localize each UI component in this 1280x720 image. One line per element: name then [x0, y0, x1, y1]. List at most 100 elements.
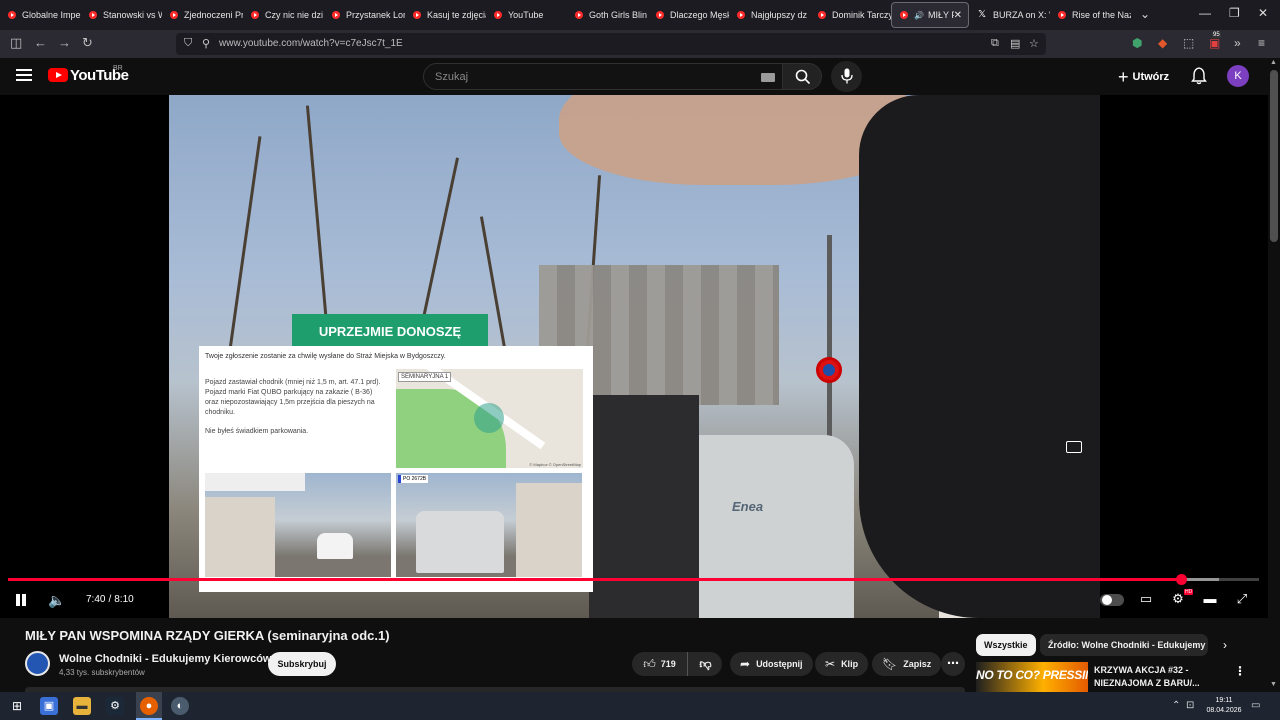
hd-badge: HD: [1184, 589, 1194, 595]
search-input[interactable]: Szukaj: [423, 63, 783, 90]
browser-tab[interactable]: 𝕏 BURZA on X: ": [969, 2, 1050, 28]
reload-icon[interactable]: ↻: [82, 36, 93, 50]
browser-tab[interactable]: Goth Girls Blin: [567, 2, 648, 28]
list-all-tabs-icon[interactable]: ⌄: [1140, 7, 1150, 21]
scroll-up-icon[interactable]: ▲: [1270, 59, 1277, 66]
youtube-header: YouTube BR Szukaj + Utwórz K: [0, 58, 1280, 95]
picture-in-picture-icon[interactable]: ⧉: [991, 37, 999, 50]
recommendation-title[interactable]: KRZYWA AKCJA #32 - NIEZNAJOMA Z BARU/...: [1094, 664, 1214, 690]
tray-chevron-icon[interactable]: ⌃: [1172, 700, 1180, 711]
close-tab-icon[interactable]: ✕: [954, 10, 962, 21]
hamburger-menu-icon[interactable]: [16, 69, 32, 81]
extensions-puzzle-icon[interactable]: ⬚: [1183, 36, 1194, 50]
progress-scrubber[interactable]: [1176, 574, 1188, 585]
pause-icon[interactable]: [15, 592, 27, 608]
video-player[interactable]: Enea UPRZEJMIE DONOSZĘ Twoje zgłoszenie …: [0, 95, 1268, 618]
tab-label: Dominik Tarczy: [832, 10, 891, 20]
close-window-icon[interactable]: ✕: [1258, 6, 1268, 20]
firefox-icon[interactable]: ●: [140, 697, 158, 715]
url-text[interactable]: www.youtube.com/watch?v=c7eJsc7t_1E: [219, 38, 403, 49]
theater-mode-icon[interactable]: ▬: [1202, 591, 1218, 607]
steam-icon[interactable]: ⚙: [106, 697, 124, 715]
taskbar-clock[interactable]: 19:11 08.04.2026: [1202, 696, 1246, 716]
reader-view-icon[interactable]: ▤: [1010, 37, 1020, 50]
autoplay-toggle[interactable]: [1100, 594, 1124, 606]
account-avatar[interactable]: K: [1227, 65, 1249, 87]
scroll-thumb[interactable]: [1270, 70, 1278, 242]
forward-icon[interactable]: →: [58, 36, 71, 50]
share-button[interactable]: ➦ Udostępnij: [730, 652, 813, 676]
notifications-bell-icon[interactable]: [1191, 67, 1207, 85]
photo-building: [205, 497, 275, 577]
keyboard-icon[interactable]: [761, 73, 775, 82]
browser-tab[interactable]: Przystanek Lon: [324, 2, 405, 28]
file-explorer-icon[interactable]: ▬: [73, 697, 91, 715]
progress-bar[interactable]: [8, 574, 1259, 585]
browser-tab[interactable]: Dominik Tarczy: [810, 2, 891, 28]
save-label: Zapisz: [903, 659, 932, 669]
restore-icon[interactable]: ❐: [1229, 6, 1240, 20]
computer-icon[interactable]: ▣: [40, 697, 58, 715]
search-button[interactable]: [782, 63, 822, 90]
van-brand: Enea: [732, 499, 764, 514]
speaker-icon[interactable]: 🔊: [914, 11, 924, 20]
chevron-right-icon[interactable]: ›: [1223, 638, 1227, 652]
app-menu-icon[interactable]: ≡: [1258, 36, 1265, 50]
browser-tab-active[interactable]: 🔊MIŁY PA✕: [891, 2, 969, 28]
more-actions-icon[interactable]: ⋯: [941, 652, 965, 676]
recommendation-menu-icon[interactable]: ⋮: [1234, 664, 1246, 678]
voice-search-button[interactable]: [831, 61, 862, 92]
browser-tab[interactable]: YouTube: [486, 2, 567, 28]
page-scrollbar[interactable]: ▲ ▼: [1268, 58, 1280, 692]
chip-all[interactable]: Wszystkie: [976, 634, 1036, 656]
browser-tab[interactable]: Globalne Impe: [0, 2, 81, 28]
browser-tab[interactable]: Dlaczego Męsk: [648, 2, 729, 28]
tab-label: MIŁY PA: [927, 10, 954, 20]
extension-icon[interactable]: ◆: [1158, 36, 1167, 50]
report-intro: Twoje zgłoszenie zostanie za chwilę wysł…: [205, 353, 446, 360]
bookmark-star-icon[interactable]: ☆: [1029, 37, 1039, 50]
volume-icon[interactable]: 🔈: [48, 592, 65, 608]
network-icon[interactable]: ⊡: [1186, 700, 1194, 711]
miniplayer-icon[interactable]: [1066, 441, 1082, 453]
chip-source[interactable]: Źródło: Wolne Chodniki - Edukujemy K: [1040, 634, 1208, 656]
windows-start-icon[interactable]: ⊞: [8, 697, 26, 715]
subscribe-button[interactable]: Subskrybuj: [268, 652, 336, 676]
dislike-button[interactable]: 👎︎: [689, 652, 722, 676]
browser-tab[interactable]: Kasuj te zdjęcia: [405, 2, 486, 28]
search-placeholder: Szukaj: [435, 71, 469, 83]
video-title: MIŁY PAN WSPOMINA RZĄDY GIERKA (seminary…: [25, 628, 390, 643]
notification-center-icon[interactable]: ▭: [1251, 700, 1260, 711]
address-bar[interactable]: ⛉ ⚲ www.youtube.com/watch?v=c7eJsc7t_1E …: [176, 33, 1046, 55]
browser-tab[interactable]: Stanowski vs W: [81, 2, 162, 28]
sidebar-toggle-icon[interactable]: ◫: [10, 36, 22, 50]
channel-avatar[interactable]: [25, 651, 50, 676]
youtube-icon: [413, 11, 421, 19]
browser-tab[interactable]: Zjednoczeni Pr: [162, 2, 243, 28]
app-icon[interactable]: ◐: [171, 697, 189, 715]
back-icon[interactable]: ←: [34, 36, 47, 50]
minimize-icon[interactable]: —: [1199, 6, 1211, 20]
site-permissions-icon[interactable]: ⚲: [202, 37, 210, 50]
create-button[interactable]: + Utwórz: [1118, 65, 1169, 89]
like-button[interactable]: 👍︎ 719: [632, 652, 688, 676]
youtube-logo-icon[interactable]: [48, 68, 68, 82]
save-button[interactable]: 🔖︎ Zapisz: [872, 652, 942, 676]
fullscreen-icon[interactable]: ⤢: [1234, 591, 1250, 607]
recommendation-thumbnail[interactable]: NO TO CO? PRESSING!: [976, 662, 1088, 692]
browser-tab[interactable]: Najgłupszy dz: [729, 2, 810, 28]
person-body: [589, 395, 699, 618]
scroll-down-icon[interactable]: ▼: [1270, 681, 1277, 688]
notifications-extension-icon[interactable]: ▣: [1209, 36, 1220, 50]
browser-tab[interactable]: Rise of the Naz: [1050, 2, 1131, 28]
shield-icon[interactable]: ⛉: [184, 37, 192, 50]
report-description: Pojazd zastawiał chodnik (mniej niż 1,5 …: [205, 379, 381, 416]
more-tools-icon[interactable]: »: [1234, 36, 1241, 50]
search-icon: [795, 69, 811, 85]
subtitles-icon[interactable]: ▭: [1138, 591, 1154, 607]
vpn-extension-icon[interactable]: ⬢: [1132, 36, 1142, 50]
browser-tab[interactable]: Czy nic nie dzi: [243, 2, 324, 28]
channel-name[interactable]: Wolne Chodniki - Edukujemy Kierowców: [59, 653, 272, 665]
tab-label: Dlaczego Męsk: [670, 10, 729, 20]
clip-button[interactable]: ✂ Klip: [815, 652, 869, 676]
